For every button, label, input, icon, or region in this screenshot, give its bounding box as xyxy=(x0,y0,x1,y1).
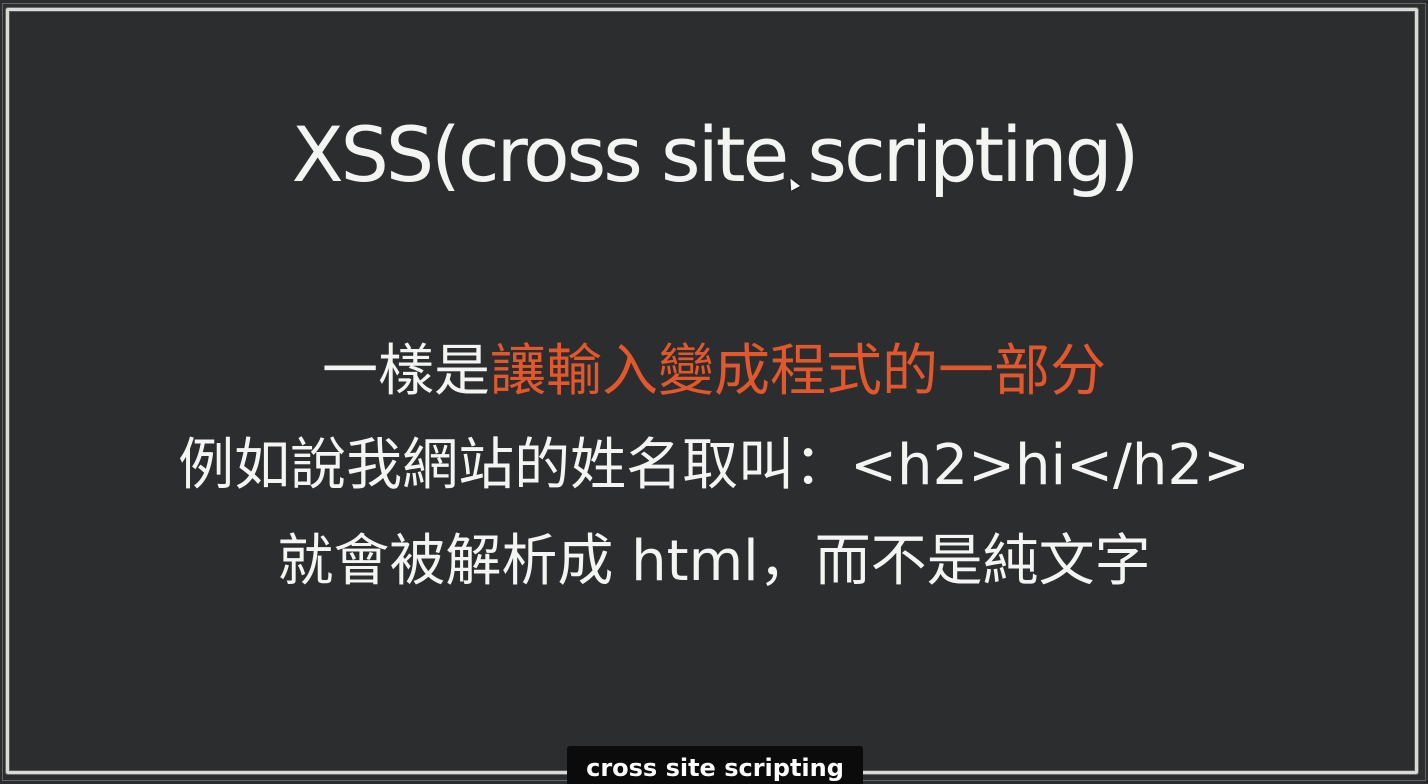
slide-title: XSS(cross site scripting) xyxy=(291,110,1140,199)
slide-line-3: 就會被解析成 html，而不是純文字 xyxy=(277,529,1151,594)
subtitle-caption: cross site scripting xyxy=(567,746,863,784)
slide-line-1: 一樣是讓輸入變成程式的一部分 xyxy=(0,334,1428,410)
line-1-prefix: 一樣是 xyxy=(322,339,490,404)
video-frame: XSS(cross site scripting) 一樣是讓輸入變成程式的一部分… xyxy=(0,0,1428,784)
slide-line-2: 例如說我網站的姓名取叫：<h2>hi</h2> xyxy=(178,433,1250,498)
line-1-highlight: 讓輸入變成程式的一部分 xyxy=(490,339,1106,404)
